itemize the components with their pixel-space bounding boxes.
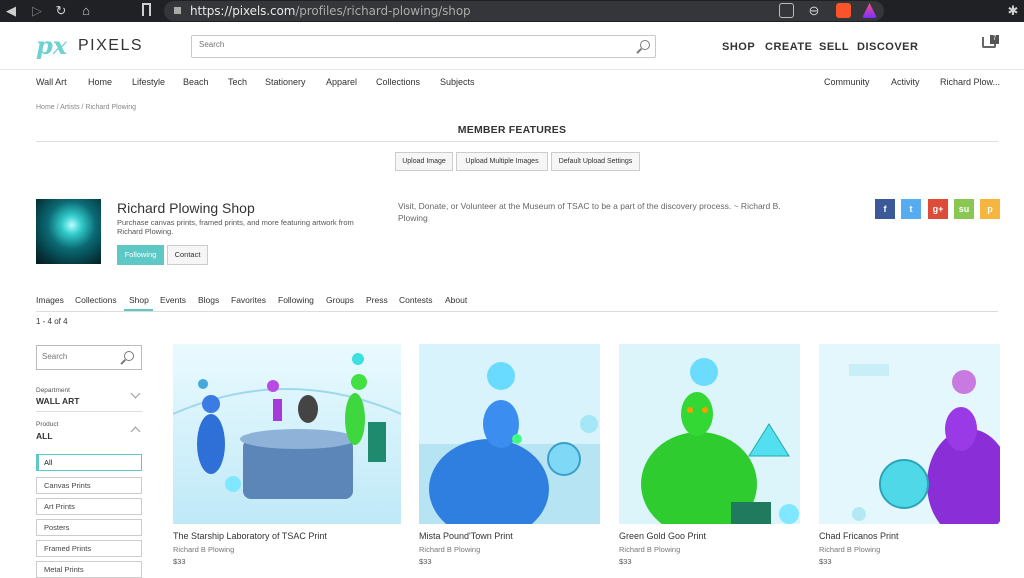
department-value[interactable]: WALL ART — [36, 396, 79, 406]
twitter-icon[interactable]: t — [901, 199, 921, 219]
facebook-icon[interactable]: f — [875, 199, 895, 219]
product-option-canvas-prints[interactable]: Canvas Prints — [36, 477, 142, 494]
default-upload-settings-button[interactable]: Default Upload Settings — [551, 152, 640, 171]
result-count: 1 - 4 of 4 — [36, 317, 68, 326]
product-option-framed-prints[interactable]: Framed Prints — [36, 540, 142, 557]
breadcrumb[interactable]: Home / Artists / Richard Plowing — [36, 104, 136, 111]
tab-images[interactable]: Images — [36, 295, 64, 305]
following-button[interactable]: Following — [117, 245, 164, 265]
tab-press[interactable]: Press — [366, 295, 388, 305]
product-title[interactable]: Mista Pound'Town Print — [419, 531, 513, 541]
cat-subjects[interactable]: Subjects — [440, 77, 475, 87]
link-activity[interactable]: Activity — [891, 77, 920, 87]
tab-following[interactable]: Following — [278, 295, 314, 305]
cat-stationery[interactable]: Stationery — [265, 77, 306, 87]
divider — [36, 411, 142, 412]
nav-discover[interactable]: DISCOVER — [857, 41, 918, 53]
tab-shop[interactable]: Shop — [129, 295, 149, 305]
search-icon[interactable] — [640, 40, 650, 50]
shop-name: Richard Plowing Shop — [117, 200, 255, 216]
product-option-art-prints[interactable]: Art Prints — [36, 498, 142, 515]
sidebar-search-box[interactable] — [36, 345, 142, 370]
home-icon[interactable]: ⌂ — [77, 0, 95, 22]
product-option-posters[interactable]: Posters — [36, 519, 142, 536]
tab-events[interactable]: Events — [160, 295, 186, 305]
contact-button[interactable]: Contact — [167, 245, 208, 265]
product-title[interactable]: Chad Fricanos Print — [819, 531, 899, 541]
nav-create[interactable]: CREATE — [765, 41, 812, 53]
cat-collections[interactable]: Collections — [376, 77, 420, 87]
tab-about[interactable]: About — [445, 295, 467, 305]
qr-icon[interactable] — [779, 3, 794, 18]
upload-multiple-images-button[interactable]: Upload Multiple Images — [456, 152, 548, 171]
address-bar[interactable]: https://pixels.com/profiles/richard-plow… — [164, 1, 884, 21]
divider — [36, 141, 998, 142]
department-label: Department — [36, 387, 70, 394]
product-price: $33 — [619, 557, 632, 566]
cat-lifestyle[interactable]: Lifestyle — [132, 77, 165, 87]
product-artist[interactable]: Richard B Plowing — [173, 545, 234, 554]
member-features-title: MEMBER FEATURES — [457, 124, 567, 136]
link-community[interactable]: Community — [824, 77, 870, 87]
cat-apparel[interactable]: Apparel — [326, 77, 357, 87]
forward-icon[interactable]: ▷ — [28, 0, 46, 22]
product-price: $33 — [419, 557, 432, 566]
product-value[interactable]: ALL — [36, 431, 53, 441]
site-search-box[interactable] — [191, 35, 656, 58]
reload-icon[interactable]: ↻ — [52, 0, 70, 22]
extensions-icon[interactable]: ✱ — [1004, 0, 1022, 22]
cart-count-badge: 7 — [990, 35, 999, 44]
google-plus-icon[interactable]: g+ — [928, 199, 948, 219]
link-user-menu[interactable]: Richard Plow... — [940, 77, 1000, 87]
tab-collections[interactable]: Collections — [75, 295, 117, 305]
product-price: $33 — [173, 557, 186, 566]
search-icon[interactable] — [124, 351, 134, 361]
site-search-input[interactable] — [199, 40, 619, 49]
chevron-up-icon[interactable] — [130, 426, 141, 437]
chevron-down-icon[interactable] — [130, 388, 141, 399]
product-label: Product — [36, 421, 59, 428]
product-image-chad-fricanos[interactable] — [819, 344, 1000, 524]
product-artist[interactable]: Richard B Plowing — [819, 545, 880, 554]
cat-home[interactable]: Home — [88, 77, 112, 87]
product-artist[interactable]: Richard B Plowing — [419, 545, 480, 554]
browser-toolbar: ◀ ▷ ↻ ⌂ https://pixels.com/profiles/rich… — [0, 0, 1024, 22]
product-option-all[interactable]: All — [36, 454, 142, 471]
site-logo-text[interactable]: PIXELS — [78, 37, 143, 55]
active-tab-indicator — [124, 309, 153, 311]
cat-tech[interactable]: Tech — [228, 77, 247, 87]
product-price: $33 — [819, 557, 832, 566]
cat-wall-art[interactable]: Wall Art — [36, 77, 67, 87]
cat-beach[interactable]: Beach — [183, 77, 209, 87]
nav-shop[interactable]: SHOP — [722, 41, 755, 53]
product-artist[interactable]: Richard B Plowing — [619, 545, 680, 554]
upload-image-button[interactable]: Upload Image — [395, 152, 453, 171]
tab-blogs[interactable]: Blogs — [198, 295, 219, 305]
product-image-starship-laboratory[interactable] — [173, 344, 401, 524]
tab-favorites[interactable]: Favorites — [231, 295, 266, 305]
pixels-logo-icon[interactable]: px — [36, 31, 67, 60]
pinterest-icon[interactable]: p — [980, 199, 1000, 219]
tab-contests[interactable]: Contests — [399, 295, 433, 305]
url-text[interactable]: https://pixels.com/profiles/richard-plow… — [190, 4, 471, 18]
artist-bio: Visit, Donate, or Volunteer at the Museu… — [398, 201, 781, 223]
site-header: px PIXELS SHOP CREATE SELL DISCOVER 7 — [0, 22, 1024, 70]
shop-description: Purchase canvas prints, framed prints, a… — [117, 218, 354, 236]
lock-icon — [174, 7, 181, 14]
sidebar-search-input[interactable] — [42, 352, 117, 361]
brave-shield-icon[interactable] — [836, 3, 851, 18]
nav-sell[interactable]: SELL — [819, 41, 849, 53]
stumbleupon-icon[interactable]: su — [954, 199, 974, 219]
tab-groups[interactable]: Groups — [326, 295, 354, 305]
product-title[interactable]: The Starship Laboratory of TSAC Print — [173, 531, 327, 541]
product-image-green-gold-goo[interactable] — [619, 344, 800, 524]
product-title[interactable]: Green Gold Goo Print — [619, 531, 706, 541]
divider — [36, 311, 998, 312]
product-option-metal-prints[interactable]: Metal Prints — [36, 561, 142, 578]
back-icon[interactable]: ◀ — [2, 0, 20, 22]
zoom-icon[interactable]: ⊖ — [805, 0, 823, 22]
shop-avatar[interactable] — [36, 199, 101, 264]
product-image-mista-pound-town[interactable] — [419, 344, 600, 524]
bookmark-icon[interactable] — [142, 3, 151, 16]
